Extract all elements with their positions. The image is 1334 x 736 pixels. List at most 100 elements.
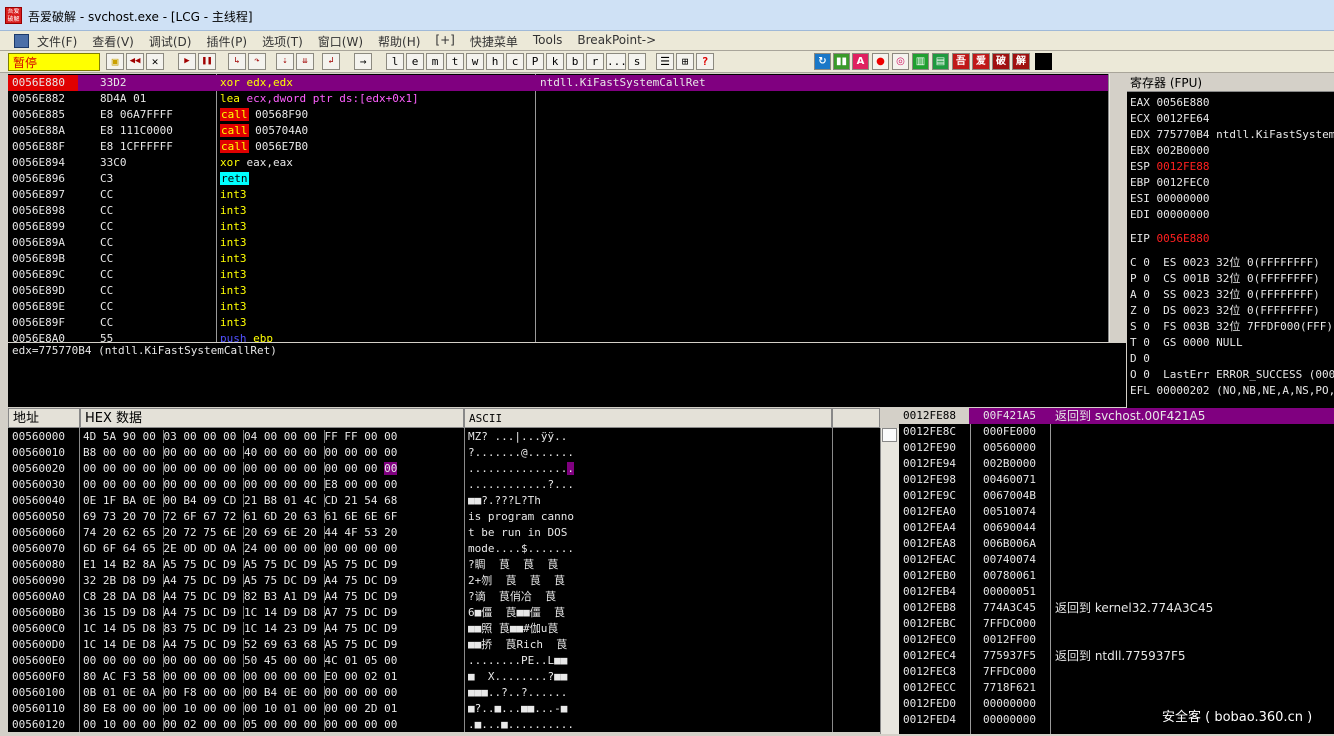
dump-ascii[interactable]: ............?... (468, 477, 574, 493)
a-plugin-icon[interactable]: A (852, 53, 869, 70)
menu-item-7[interactable]: [+] (434, 33, 455, 50)
dump-byte[interactable]: 2B (103, 574, 116, 587)
register-row[interactable]: EAX 0056E880 (1130, 95, 1209, 111)
dump-ascii[interactable]: ■?..■...■■...-■ (468, 701, 567, 717)
dump-byte[interactable]: D8 (143, 638, 156, 651)
dump-hex-bytes[interactable]: 6D 6F 64 65 2E 0D 0D 0A 24 00 00 00 00 0… (83, 541, 397, 557)
dump-byte[interactable]: 00 (123, 718, 136, 731)
register-row[interactable]: ECX 0012FE64 (1130, 111, 1209, 127)
stack-value[interactable]: 00000000 (983, 712, 1036, 728)
dump-byte[interactable]: 00 (203, 446, 216, 459)
dump-hex-bytes[interactable]: 00 10 00 00 00 02 00 00 05 00 00 00 00 0… (83, 717, 397, 732)
dump-byte[interactable]: 00 (123, 478, 136, 491)
dump-hex-bytes[interactable]: E1 14 B2 8A A5 75 DC D9 A5 75 DC D9 A5 7… (83, 557, 397, 573)
stack-value[interactable]: 00F421A5 (983, 408, 1036, 424)
dump-byte[interactable]: B4 (183, 494, 196, 507)
dump-byte[interactable]: 00 (344, 718, 357, 731)
dump-hex-bytes[interactable]: C8 28 DA D8 A4 75 DC D9 82 B3 A1 D9 A4 7… (83, 589, 397, 605)
dump-byte[interactable]: 58 (143, 670, 156, 683)
dump-byte[interactable]: 75 (344, 606, 357, 619)
dump-byte[interactable]: A4 (325, 574, 338, 587)
dump-byte[interactable]: 75 (183, 606, 196, 619)
dump-byte[interactable]: 00 (164, 462, 177, 475)
stack-value[interactable]: 000FE000 (983, 424, 1036, 440)
dump-byte[interactable]: 00 (284, 446, 297, 459)
dump-byte[interactable]: 52 (244, 638, 257, 651)
dump-byte[interactable]: DA (123, 590, 136, 603)
dump-byte[interactable]: 00 (384, 462, 398, 475)
dump-byte[interactable]: D8 (143, 606, 156, 619)
dump-byte[interactable]: 20 (123, 510, 136, 523)
dump-byte[interactable]: 45 (264, 654, 277, 667)
disasm-address[interactable]: 0056E896 (12, 171, 65, 187)
dump-byte[interactable]: 74 (83, 526, 96, 539)
dump-byte[interactable]: 53 (364, 526, 377, 539)
disasm-hex[interactable]: CC (100, 283, 113, 299)
dump-byte[interactable]: DC (203, 638, 216, 651)
dump-byte[interactable]: FF (325, 430, 338, 443)
stack-value[interactable]: 0012FF00 (983, 632, 1036, 648)
dump-byte[interactable]: 00 (264, 478, 277, 491)
dump-byte[interactable]: B3 (264, 590, 277, 603)
register-row[interactable]: EDI 00000000 (1130, 207, 1209, 223)
disasm-hex[interactable]: C3 (100, 171, 113, 187)
go-to-icon[interactable]: → (354, 53, 372, 70)
open-file-icon[interactable]: ▣ (106, 53, 124, 70)
letter-button-12[interactable]: s (628, 53, 646, 70)
dump-byte[interactable]: 00 (183, 670, 196, 683)
dump-byte[interactable]: 00 (364, 718, 377, 731)
dump-byte[interactable]: B2 (123, 558, 136, 571)
dump-byte[interactable]: 72 (164, 510, 177, 523)
disasm-hex[interactable]: CC (100, 315, 113, 331)
step-over-icon[interactable]: ↷ (248, 53, 266, 70)
dump-byte[interactable]: D8 (143, 590, 156, 603)
dump-byte[interactable]: 20 (244, 526, 257, 539)
dump-byte[interactable]: 05 (244, 718, 257, 731)
dump-byte[interactable]: 00 (364, 430, 377, 443)
dump-byte[interactable]: 75 (344, 590, 357, 603)
stack-address[interactable]: 0012FEA4 (903, 520, 956, 536)
dump-byte[interactable]: 24 (244, 542, 257, 555)
dump-byte[interactable]: 00 (284, 462, 297, 475)
register-row[interactable]: ESI 00000000 (1130, 191, 1209, 207)
dump-byte[interactable]: 54 (364, 494, 377, 507)
dump-byte[interactable]: E0 (325, 670, 338, 683)
dump-byte[interactable]: 0E (123, 686, 136, 699)
dump-byte[interactable]: 21 (244, 494, 257, 507)
dump-byte[interactable]: 21 (344, 494, 357, 507)
dump-byte[interactable]: FF (344, 430, 357, 443)
letter-button-9[interactable]: b (566, 53, 584, 70)
dump-hex-bytes[interactable]: 0B 01 0E 0A 00 F8 00 00 00 B4 0E 00 00 0… (83, 685, 397, 701)
dump-byte[interactable]: 90 (123, 430, 136, 443)
efl-row[interactable]: EFL 00000202 (NO,NB,NE,A,NS,PO,GE,G) (1130, 383, 1334, 399)
disasm-instruction[interactable]: int3 (220, 299, 247, 315)
stack-value[interactable]: 7718F621 (983, 680, 1036, 696)
menu-item-10[interactable]: BreakPoint-> (576, 33, 657, 50)
dump-byte[interactable]: D9 (384, 638, 397, 651)
dump-byte[interactable]: E8 (325, 478, 338, 491)
menu-item-6[interactable]: 帮助(H) (377, 33, 421, 50)
disasm-instruction[interactable]: push ebp (220, 331, 273, 342)
dump-byte[interactable]: 23 (284, 622, 297, 635)
dump-byte[interactable]: 75 (344, 558, 357, 571)
info-pane[interactable]: edx=775770B4 (ntdll.KiFastSystemCallRet) (8, 343, 1126, 407)
dump-byte[interactable]: A5 (164, 558, 177, 571)
disasm-address[interactable]: 0056E89D (12, 283, 65, 299)
disasm-hex[interactable]: E8 1CFFFFFF (100, 139, 173, 155)
dump-byte[interactable]: 00 (325, 446, 338, 459)
menu-item-8[interactable]: 快捷菜单 (469, 33, 519, 50)
dump-byte[interactable]: F3 (123, 670, 136, 683)
dump-ascii[interactable]: ?.......@....... (468, 445, 574, 461)
dump-byte[interactable]: 00 (304, 478, 317, 491)
disasm-instruction[interactable]: int3 (220, 267, 247, 283)
dump-byte[interactable]: D9 (384, 590, 397, 603)
dump-byte[interactable]: D9 (384, 558, 397, 571)
disasm-address[interactable]: 0056E897 (12, 187, 65, 203)
stack-pane[interactable]: 0012FE88 00F421A5 返回到 svchost.00F421A5 0012… (899, 408, 1334, 734)
dump-byte[interactable]: 00 (384, 718, 397, 731)
dump-address[interactable]: 00560120 (12, 717, 65, 732)
dump-byte[interactable]: 00 (325, 718, 338, 731)
dump-byte[interactable]: 6D (83, 542, 96, 555)
dump-byte[interactable]: 00 (384, 430, 397, 443)
dump-address[interactable]: 005600A0 (12, 589, 65, 605)
